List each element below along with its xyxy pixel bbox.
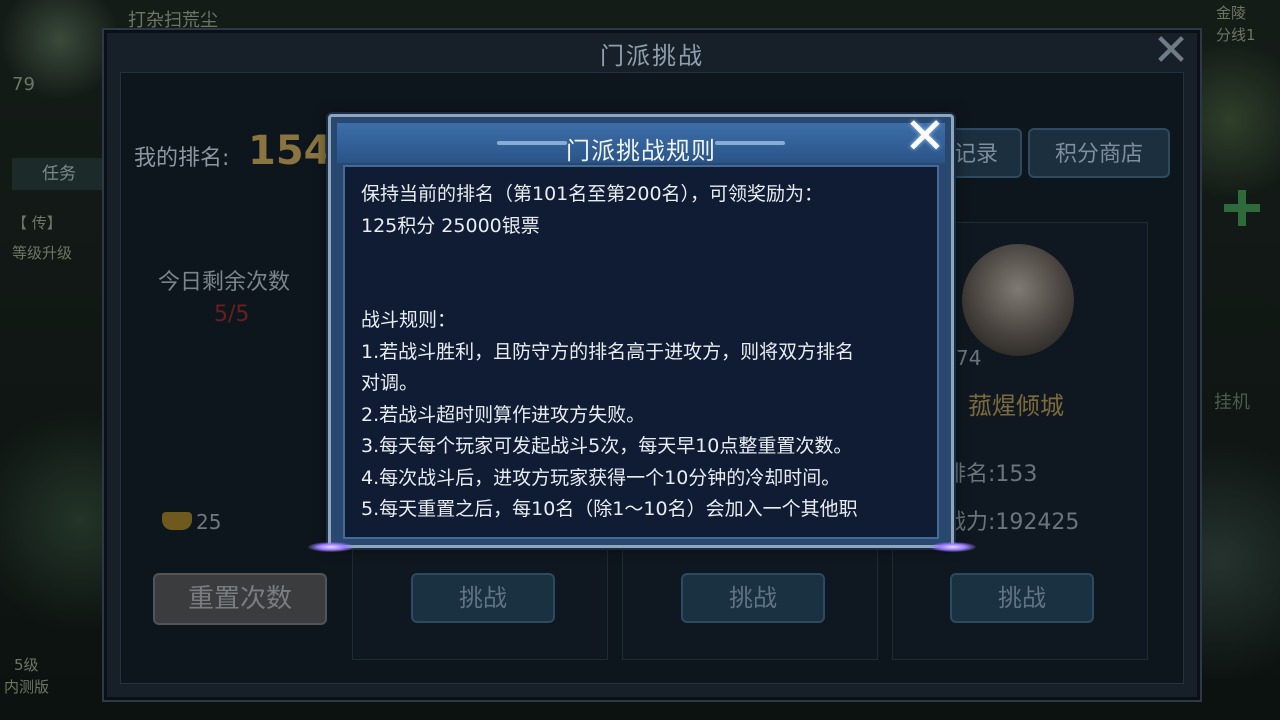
rules-line: 5.每天重置之后，每10名（除1～10名）会加入一个其他职 [361, 498, 858, 520]
rules-line: 战斗规则： [361, 309, 457, 331]
remaining-attempts-label: 今日剩余次数 [158, 270, 291, 295]
opponent-rank: 排名:153 [944, 462, 1038, 487]
challenge-button[interactable]: 挑战 [950, 573, 1094, 623]
rules-line: 3.每天每个玩家可发起战斗5次，每天早10点整重置次数。 [361, 435, 853, 457]
opponent-level: 74 [956, 346, 982, 370]
plus-icon[interactable] [1222, 188, 1262, 228]
rules-text-area[interactable]: 保持当前的排名（第101名至第200名），可领奖励为： 125积分 25000银… [343, 165, 939, 539]
rules-dialog-title: 门派挑战规则 [566, 137, 716, 165]
rules-line: 4.每次战斗后，进攻方玩家获得一个10分钟的冷却时间。 [361, 466, 841, 489]
rules-line [361, 242, 931, 274]
quest-line-1[interactable]: 【 传】 [12, 212, 62, 233]
rules-dialog: 门派挑战规则 保持当前的排名（第101名至第200名），可领奖励为： 125积分… [328, 114, 954, 548]
rules-line: 1.若战斗胜利，且防守方的排名高于进攻方，则将双方排名 [361, 340, 855, 363]
task-tab[interactable]: 任务 [12, 158, 104, 190]
corner-glow-left [308, 542, 354, 552]
server-line[interactable]: 分线1 [1216, 24, 1256, 45]
bottom-left-info-1: 5级 [14, 656, 39, 674]
player-level: 79 [12, 74, 35, 95]
opponent-name: 菰煋倾城 [968, 392, 1064, 420]
challenge-button[interactable]: 挑战 [411, 573, 555, 623]
gold-ingot-icon [162, 512, 192, 530]
my-rank-value: 154 [248, 128, 332, 174]
quest-line-2[interactable]: 等级升级 [12, 242, 72, 263]
auto-idle-label[interactable]: 挂机 [1214, 388, 1250, 414]
rules-text: 保持当前的排名（第101名至第200名），可领奖励为： 125积分 25000银… [361, 179, 931, 526]
corner-glow-right [930, 542, 976, 552]
panel-title: 门派挑战 [600, 42, 704, 70]
gold-cost-value: 25 [196, 510, 222, 534]
reset-attempts-button[interactable]: 重置次数 [153, 573, 327, 625]
rules-line: 2.若战斗超时则算作进攻方失败。 [361, 403, 646, 426]
bottom-left-info-2: 内测版 [4, 678, 50, 696]
rules-line: 对调。 [361, 372, 419, 394]
challenge-button[interactable]: 挑战 [681, 573, 825, 623]
opponent-avatar[interactable] [962, 244, 1074, 356]
server-tag: 金陵 [1216, 4, 1247, 22]
opponent-power: 战力:192425 [944, 510, 1080, 535]
rules-close-icon[interactable]: ✕ [904, 111, 946, 161]
points-shop-button[interactable]: 积分商店 [1028, 128, 1170, 178]
rules-dialog-header: 门派挑战规则 [337, 123, 945, 165]
my-rank-label: 我的排名: [134, 146, 230, 171]
rules-line: 保持当前的排名（第101名至第200名），可领奖励为： [361, 183, 824, 205]
panel-close-icon[interactable]: ✕ [1150, 29, 1192, 73]
remaining-attempts-value: 5/5 [214, 302, 250, 327]
rules-line: 125积分 25000银票 [361, 214, 540, 237]
rules-line [361, 274, 931, 306]
